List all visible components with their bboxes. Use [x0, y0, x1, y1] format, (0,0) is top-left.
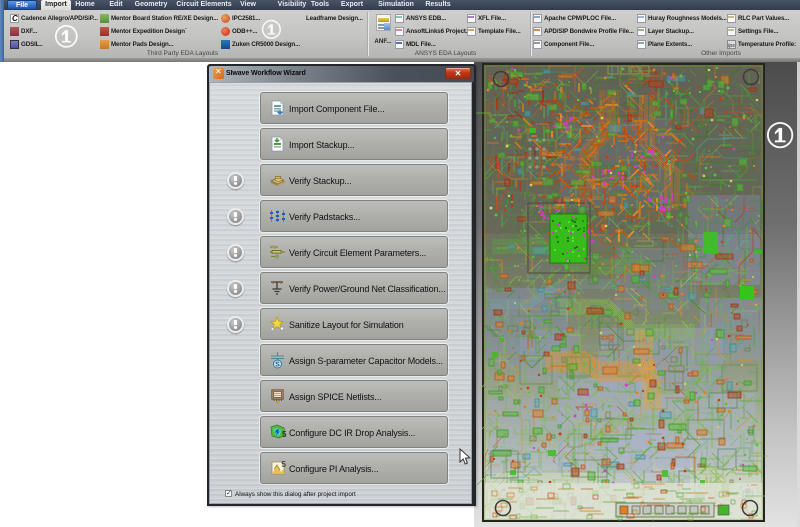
svg-text:5: 5: [282, 460, 287, 469]
svg-text:5: 5: [282, 430, 287, 439]
svg-text:S: S: [275, 362, 280, 369]
